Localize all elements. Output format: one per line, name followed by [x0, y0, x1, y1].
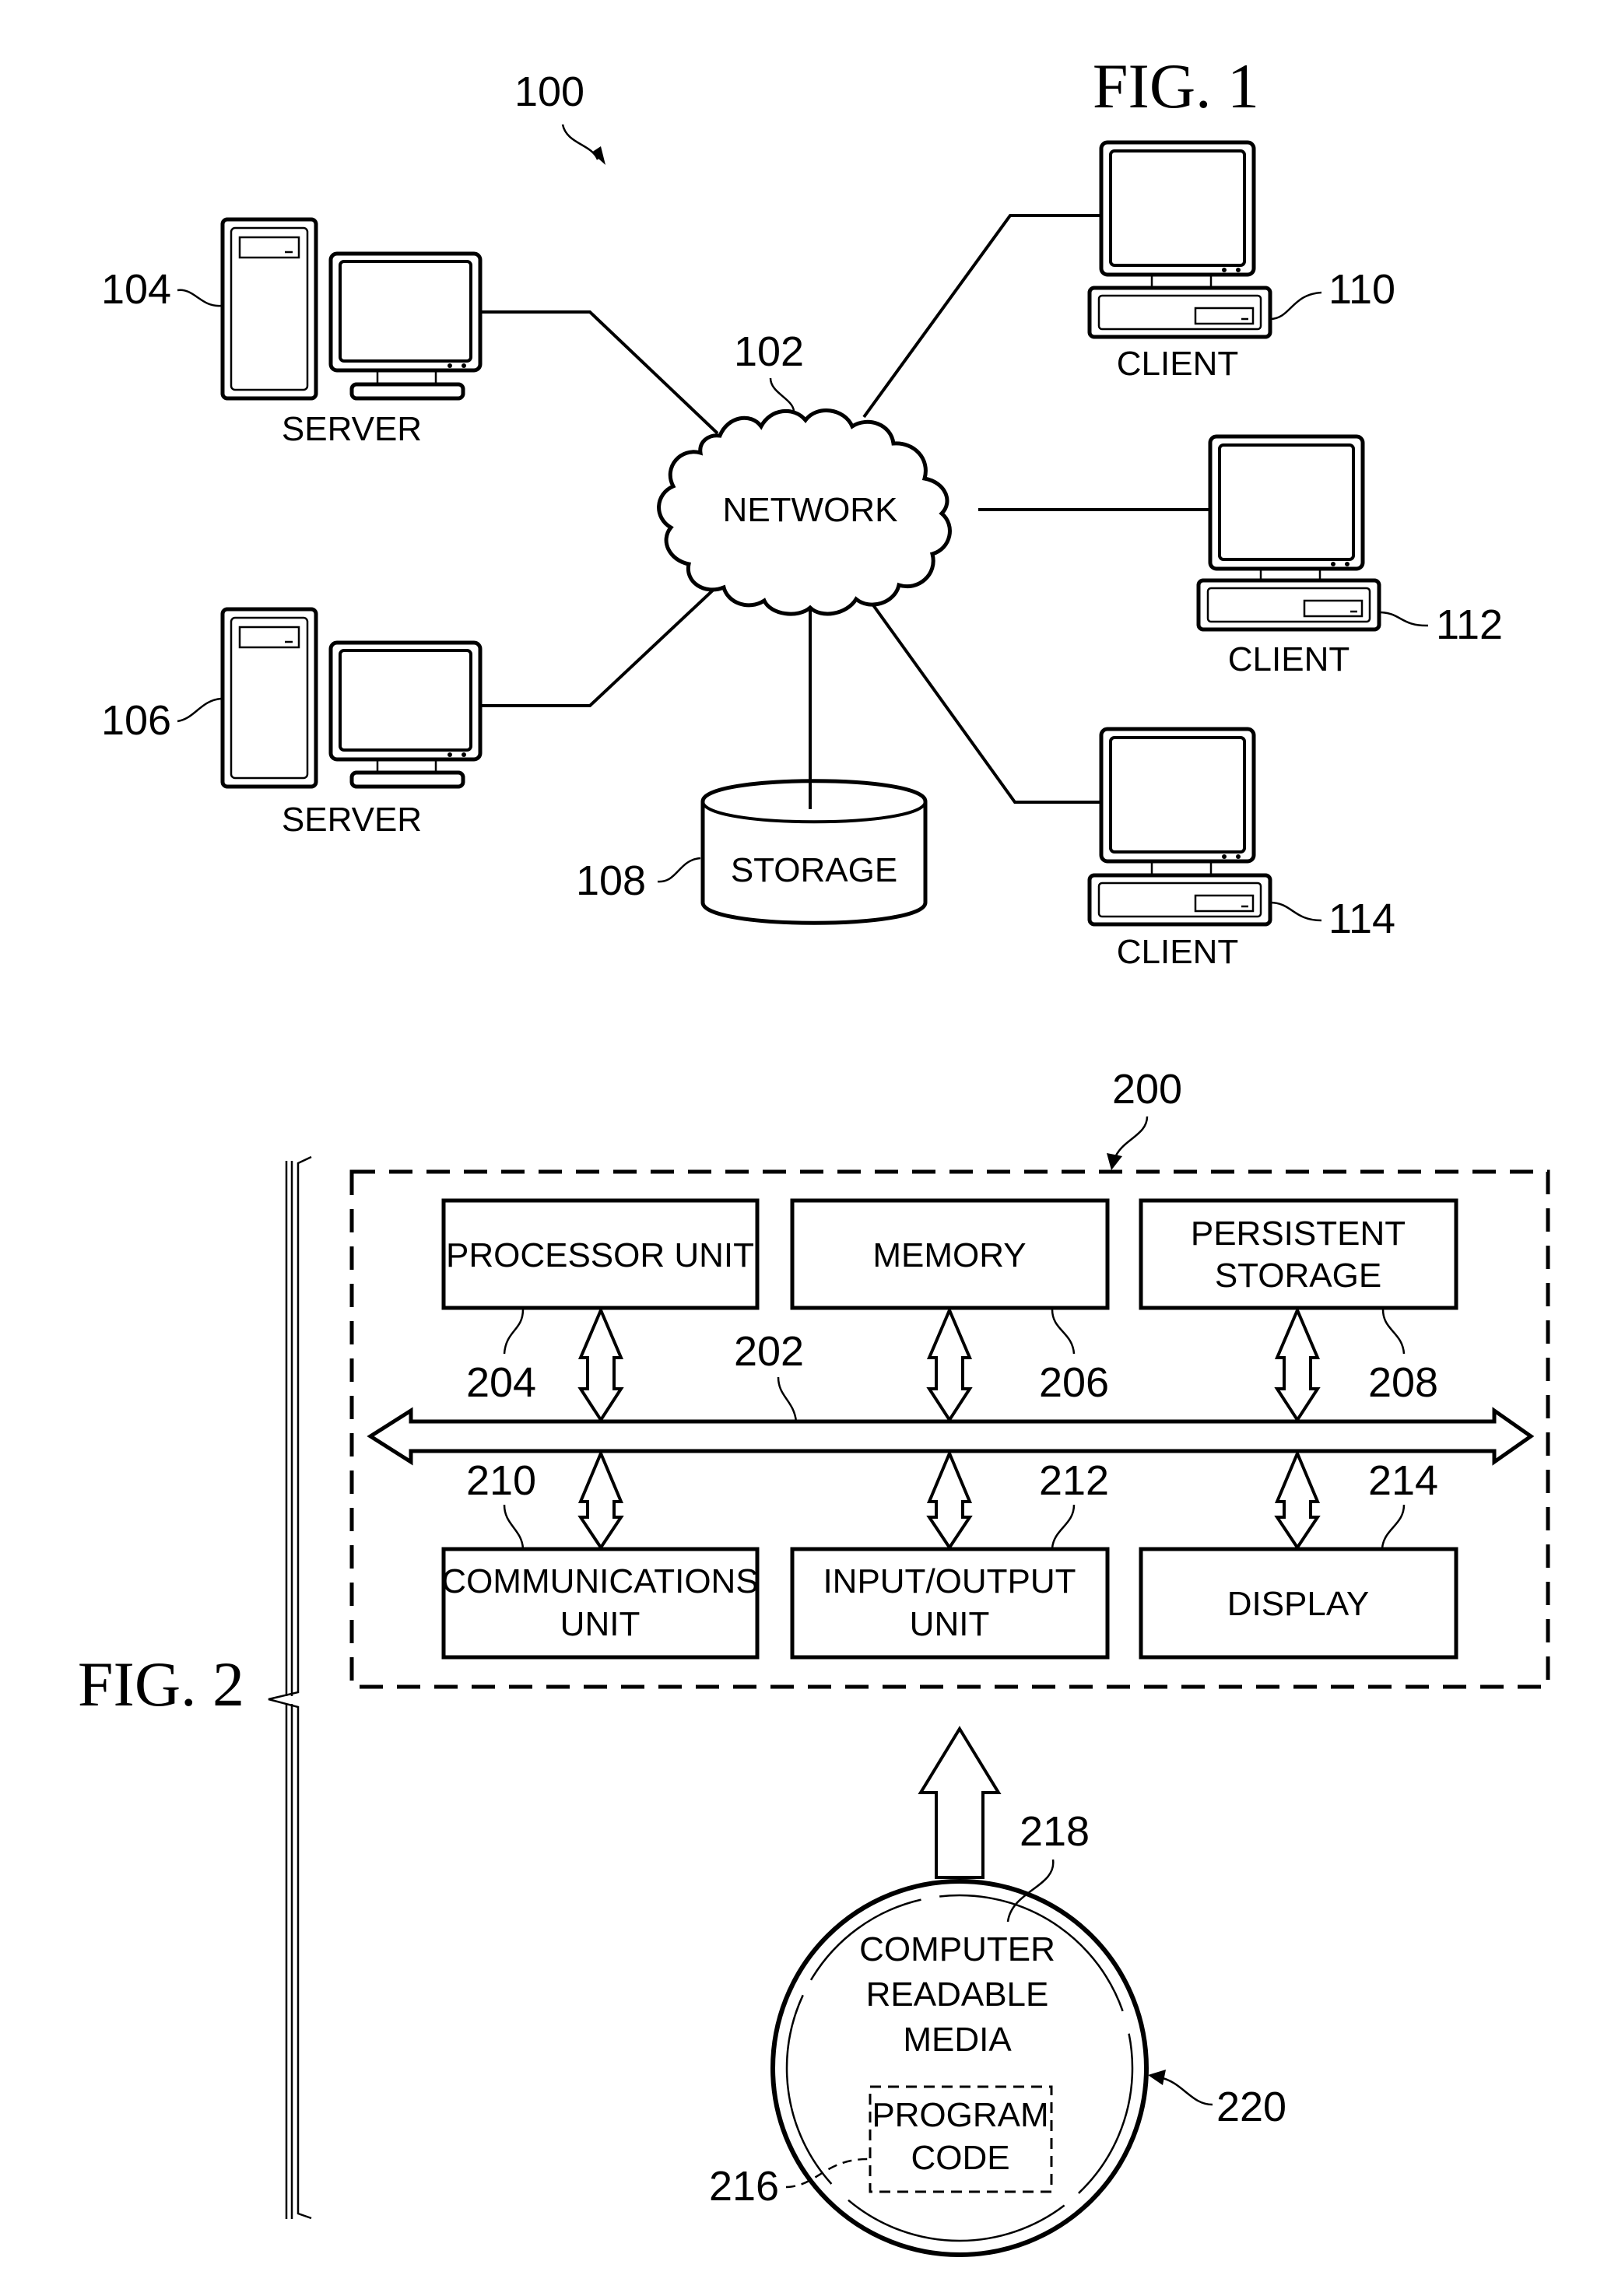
client-label: CLIENT — [1228, 640, 1350, 678]
component-label: COMMUNICATIONS — [441, 1562, 758, 1600]
media-label: READABLE — [866, 1975, 1049, 2014]
server-ref-leader — [177, 697, 222, 723]
bidirectional-arrow-icon — [926, 1306, 973, 1423]
arrowhead-icon — [1148, 2070, 1166, 2085]
client-ref-leader — [1269, 291, 1322, 321]
media-label: MEDIA — [903, 2021, 1012, 2059]
fig1: FIG. 1 100 NETWORK 102 SERVER 104 SERVER… — [101, 51, 1503, 971]
component-ref: 208 — [1368, 1359, 1438, 1406]
system-ref-200: 200 — [1112, 1066, 1182, 1113]
link-client-114 — [870, 601, 1101, 804]
client-114: CLIENT 114 — [1087, 727, 1395, 971]
network-cloud: NETWORK 102 — [657, 328, 952, 616]
server-ref: 104 — [101, 266, 171, 313]
client-ref: 112 — [1436, 601, 1503, 648]
arrowhead-icon — [1107, 1153, 1122, 1170]
component-label: UNIT — [910, 1605, 990, 1643]
link-server-106 — [480, 584, 719, 707]
figure-brace — [268, 1155, 312, 2220]
arrowhead-icon — [591, 146, 605, 165]
server-label: SERVER — [282, 410, 422, 448]
link-server-104 — [480, 310, 719, 435]
server-ref: 106 — [101, 697, 171, 744]
client-110: CLIENT 110 — [1087, 140, 1395, 383]
component-ref: 204 — [466, 1359, 536, 1406]
component-label: INPUT/OUTPUT — [823, 1562, 1076, 1600]
client-ref-leader — [1378, 611, 1429, 627]
component-label: DISPLAY — [1227, 1585, 1370, 1623]
component-label: MEMORY — [872, 1236, 1026, 1274]
storage-label: STORAGE — [731, 851, 897, 889]
component-label: UNIT — [560, 1605, 641, 1643]
fig2: FIG. 2 200 202 PROCESSOR UNIT 204 MEMORY — [78, 1066, 1550, 2257]
storage-ref-leader — [657, 857, 701, 883]
server-104: SERVER 104 — [101, 217, 483, 448]
component-ref: 212 — [1039, 1457, 1109, 1504]
server-label: SERVER — [282, 801, 422, 839]
client-computer-icon — [1087, 727, 1272, 927]
client-computer-icon — [1196, 434, 1381, 632]
server-icon — [220, 607, 483, 789]
network-ref-leader — [769, 377, 795, 412]
fig2-title: FIG. 2 — [78, 1649, 244, 1719]
up-arrow-icon — [918, 1726, 1002, 1879]
bidirectional-arrow-icon — [577, 1449, 624, 1551]
storage-108: STORAGE 108 — [576, 770, 928, 925]
client-ref: 110 — [1328, 266, 1395, 313]
program-code-label: PROGRAM — [872, 2096, 1048, 2134]
media-product-ref: 220 — [1216, 2084, 1286, 2130]
client-112: CLIENT 112 — [1196, 434, 1503, 678]
bidirectional-arrow-icon — [1274, 1306, 1321, 1423]
server-ref-leader — [177, 289, 222, 307]
component-ref: 206 — [1039, 1359, 1109, 1406]
link-client-110 — [862, 214, 1101, 419]
component-label: PERSISTENT — [1191, 1215, 1406, 1253]
client-ref: 114 — [1328, 896, 1395, 942]
server-106: SERVER 106 — [101, 607, 483, 839]
bus-ref-leader — [777, 1376, 798, 1422]
media-product-ref-leader — [1159, 2076, 1213, 2106]
client-computer-icon — [1087, 140, 1272, 339]
system-ref-leader — [561, 124, 599, 160]
system-ref-leader — [1113, 1116, 1149, 1160]
computer-readable-media: COMPUTER READABLE MEDIA 218 PROGRAM CODE… — [709, 1808, 1286, 2257]
system-ref-100: 100 — [514, 68, 584, 115]
bidirectional-arrow-icon — [1274, 1449, 1321, 1551]
client-label: CLIENT — [1117, 345, 1238, 383]
fig1-title: FIG. 1 — [1093, 51, 1259, 121]
network-label: NETWORK — [723, 491, 898, 529]
media-label: COMPUTER — [859, 1930, 1055, 1968]
component-label: PROCESSOR UNIT — [446, 1236, 754, 1274]
client-label: CLIENT — [1117, 933, 1238, 971]
program-code-ref: 216 — [709, 2163, 779, 2210]
bus-ref: 202 — [734, 1328, 804, 1375]
storage-ref: 108 — [576, 857, 646, 904]
bidirectional-arrow-icon — [926, 1449, 973, 1551]
patent-figures: FIG. 1 100 NETWORK 102 SERVER 104 SERVER… — [78, 51, 1550, 2257]
component-ref: 210 — [466, 1457, 536, 1504]
program-code-label: CODE — [911, 2139, 1009, 2177]
component-label: STORAGE — [1215, 1257, 1381, 1295]
client-ref-leader — [1269, 901, 1322, 922]
media-ref: 218 — [1020, 1808, 1090, 1855]
server-icon — [220, 217, 483, 401]
component-ref: 214 — [1368, 1457, 1438, 1504]
bidirectional-arrow-icon — [577, 1306, 624, 1423]
network-ref: 102 — [734, 328, 804, 375]
